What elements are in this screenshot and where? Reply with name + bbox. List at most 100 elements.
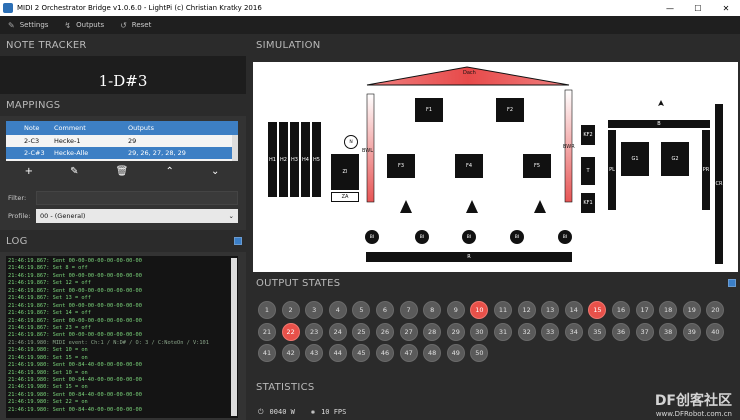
output-state-button[interactable]: 29 xyxy=(446,322,465,341)
log-line: 21:46:19.980: Set 15 = on xyxy=(8,384,88,391)
output-state-button[interactable]: 41 xyxy=(258,344,276,362)
output-state-button[interactable]: 32 xyxy=(517,322,536,341)
output-states-header: OUTPUT STATES xyxy=(250,272,740,294)
output-state-button[interactable]: 49 xyxy=(446,344,465,362)
menu-bar: ✎ Settings ↯ Outputs ↺ Reset xyxy=(0,16,740,34)
output-state-button[interactable]: 37 xyxy=(635,322,654,341)
output-state-button[interactable]: 50 xyxy=(470,344,489,362)
sim-b: B xyxy=(608,120,710,128)
output-state-button[interactable]: 42 xyxy=(281,344,300,362)
output-state-button[interactable]: 8 xyxy=(423,301,442,319)
output-state-button[interactable]: 47 xyxy=(399,344,418,362)
output-state-button[interactable]: 2 xyxy=(281,301,300,319)
output-state-button[interactable]: 45 xyxy=(352,344,371,362)
simulation-header: SIMULATION xyxy=(250,34,740,56)
output-state-button[interactable]: 10 xyxy=(470,301,489,319)
label-bwl: BWL xyxy=(362,148,373,154)
output-state-button[interactable]: 12 xyxy=(517,301,536,319)
log-scrollbar[interactable] xyxy=(231,258,237,416)
output-state-button[interactable]: 6 xyxy=(376,301,394,319)
output-state-button[interactable]: 44 xyxy=(328,344,347,362)
col-outputs: Outputs xyxy=(128,124,154,132)
log-line: 21:46:19.980: Set 22 = on xyxy=(8,399,88,406)
output-state-button[interactable]: 28 xyxy=(423,322,442,341)
minimize-button[interactable]: — xyxy=(656,0,684,16)
sim-pr: PR xyxy=(702,130,710,210)
log-line: 21:46:19.867: Sent 00-00-00-00-00-00-00-… xyxy=(8,258,142,264)
output-state-button[interactable]: 21 xyxy=(258,322,276,341)
app-icon xyxy=(3,3,13,13)
output-state-button[interactable]: 5 xyxy=(352,301,371,319)
output-state-button[interactable]: 38 xyxy=(659,322,678,341)
power-value: 0040 W xyxy=(269,408,295,416)
log-toggle-checkbox[interactable] xyxy=(234,237,242,245)
output-state-button[interactable]: 17 xyxy=(635,301,654,319)
output-state-button[interactable]: 34 xyxy=(564,322,583,341)
sim-bi-3: BI xyxy=(462,230,476,244)
output-state-button[interactable]: 27 xyxy=(399,322,418,341)
output-state-button[interactable]: 15 xyxy=(588,301,607,319)
note-tracker-header: NOTE TRACKER xyxy=(0,34,246,56)
output-state-button[interactable]: 36 xyxy=(612,322,630,341)
output-state-button[interactable]: 46 xyxy=(376,344,394,362)
close-button[interactable]: ✕ xyxy=(712,0,740,16)
delete-icon[interactable]: 🗑 xyxy=(116,166,129,177)
output-state-button[interactable]: 1 xyxy=(258,301,276,319)
output-state-button[interactable]: 30 xyxy=(470,322,489,341)
menu-reset-label: Reset xyxy=(131,21,152,29)
output-state-button[interactable]: 16 xyxy=(612,301,630,319)
table-row-selected[interactable]: 2-C#3 Hecke-Alle 29, 26, 27, 28, 29 xyxy=(6,147,238,159)
output-state-button[interactable]: 20 xyxy=(706,301,725,319)
cell-outputs: 29, 26, 27, 28, 29 xyxy=(128,149,186,157)
mappings-title: MAPPINGS xyxy=(6,99,61,111)
sim-h2: H2 xyxy=(279,122,288,197)
output-state-button[interactable]: 14 xyxy=(564,301,583,319)
log-line: 21:46:19.867: Sent 00-00-00-00-00-00-00-… xyxy=(8,302,142,309)
output-state-button[interactable]: 19 xyxy=(682,301,701,319)
output-state-button[interactable]: 4 xyxy=(328,301,347,319)
output-state-button[interactable]: 9 xyxy=(446,301,465,319)
mappings-toolbar: + ✎ 🗑 ⌃ ⌄ xyxy=(6,164,238,178)
statistics-title: STATISTICS xyxy=(256,381,315,393)
output-state-button[interactable]: 43 xyxy=(305,344,324,362)
menu-reset[interactable]: ↺ Reset xyxy=(112,16,159,34)
output-state-button[interactable]: 31 xyxy=(494,322,512,341)
output-states-toggle-checkbox[interactable] xyxy=(728,279,736,287)
output-state-button[interactable]: 26 xyxy=(376,322,394,341)
watermark: DF创客社区 www.DFRobot.com.cn xyxy=(655,390,732,418)
output-state-button[interactable]: 40 xyxy=(706,322,725,341)
output-state-button[interactable]: 18 xyxy=(659,301,678,319)
table-row[interactable]: 2-C3 Hecke-1 29 xyxy=(6,135,238,147)
output-state-button[interactable]: 25 xyxy=(352,322,371,341)
output-state-button[interactable]: 3 xyxy=(305,301,324,319)
output-state-button[interactable]: 48 xyxy=(423,344,442,362)
move-up-icon[interactable]: ⌃ xyxy=(165,166,173,177)
power-icon: ⏻ xyxy=(258,407,264,416)
sim-kf1: KF1 xyxy=(581,193,595,213)
edit-icon[interactable]: ✎ xyxy=(70,166,78,177)
output-state-button[interactable]: 11 xyxy=(494,301,512,319)
wrench-icon: ✎ xyxy=(8,20,15,30)
output-state-button[interactable]: 24 xyxy=(328,322,347,341)
output-state-button[interactable]: 23 xyxy=(305,322,324,341)
sim-h4: H4 xyxy=(301,122,310,197)
cell-note: 2-C3 xyxy=(24,137,40,145)
menu-settings[interactable]: ✎ Settings xyxy=(0,16,56,34)
add-icon[interactable]: + xyxy=(25,166,33,177)
log-line: 21:46:19.867: Set 13 = off xyxy=(8,295,91,302)
output-state-button[interactable]: 35 xyxy=(588,322,607,341)
output-state-button[interactable]: 13 xyxy=(541,301,560,319)
output-state-button[interactable]: 33 xyxy=(541,322,560,341)
output-state-button[interactable]: 7 xyxy=(399,301,418,319)
move-down-icon[interactable]: ⌄ xyxy=(211,166,219,177)
mappings-scrollbar[interactable] xyxy=(232,135,238,161)
watermark-url: www.DFRobot.com.cn xyxy=(655,410,732,418)
output-state-button[interactable]: 39 xyxy=(682,322,701,341)
profile-select[interactable]: 00 - (General) ⌄ xyxy=(36,209,238,223)
filter-input[interactable] xyxy=(36,191,238,205)
output-states-grid: 1 2 3 4 5 6 7 8 9 10 11 12 13 14 15 16 17 18 19 20 21 22 23 24 2… xyxy=(258,301,728,371)
maximize-button[interactable]: ☐ xyxy=(684,0,712,16)
menu-outputs[interactable]: ↯ Outputs xyxy=(56,16,112,34)
output-state-button[interactable]: 22 xyxy=(281,322,300,341)
log-line: 21:46:19.980: Set 15 = on xyxy=(8,354,88,361)
